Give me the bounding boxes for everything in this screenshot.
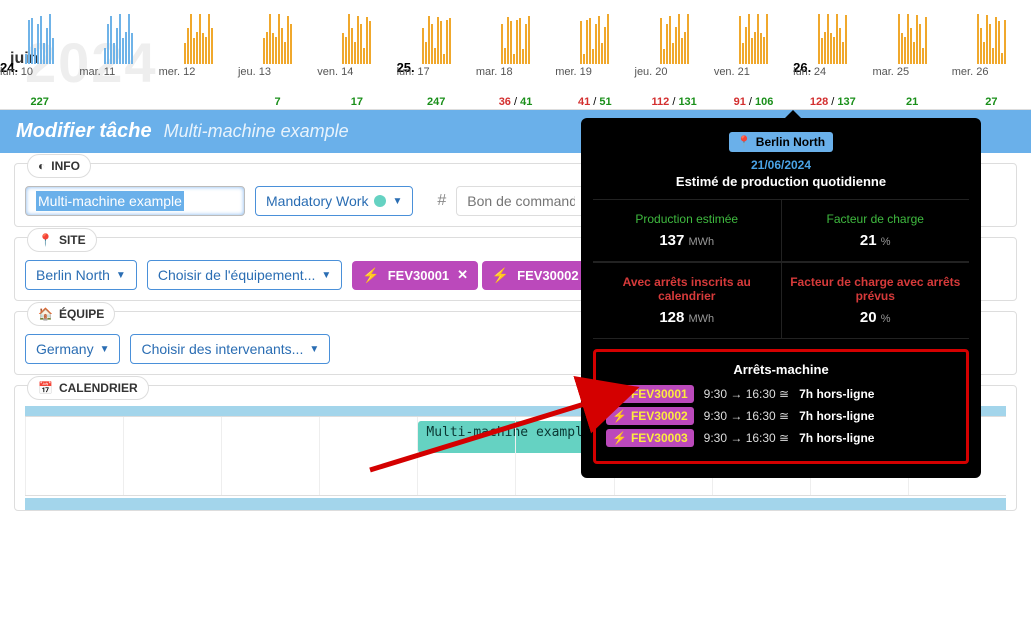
stop-machine-chip: ⚡FEV30002 — [606, 407, 694, 425]
header-subtitle: Multi-machine example — [164, 121, 349, 142]
tooltip-stops-prod-label: Avec arrêts inscrits au calendrier — [599, 275, 775, 303]
bolt-icon: ⚡ — [612, 387, 627, 401]
chevron-down-icon: ▼ — [392, 196, 402, 207]
header-title: Modifier tâche — [16, 120, 152, 143]
bar-chart — [0, 0, 1031, 64]
info-icon: ◐ — [38, 159, 45, 173]
production-tooltip: 📍 Berlin North 21/06/2024 Estimé de prod… — [581, 118, 981, 478]
equipment-chip[interactable]: ⚡FEV30001✕ — [352, 261, 478, 290]
stop-row: ⚡FEV300029:30 → 16:30 ≅7h hors-ligne — [606, 407, 956, 425]
chevron-down-icon: ▼ — [116, 270, 126, 281]
info-section-title: ◐ INFO — [27, 154, 91, 178]
chevron-down-icon: ▼ — [100, 344, 110, 355]
equipment-dropdown[interactable]: Choisir de l'équipement... ▼ — [147, 260, 342, 290]
tooltip-title: Estimé de production quotidienne — [593, 174, 969, 189]
bolt-icon: ⚡ — [362, 267, 379, 284]
people-dropdown[interactable]: Choisir des intervenants... ▼ — [130, 334, 330, 364]
team-section-title: 🏠 ÉQUIPE — [27, 302, 115, 326]
hash-label: # — [437, 192, 446, 210]
work-type-dot-icon — [374, 195, 386, 207]
calendar-band-bottom — [25, 498, 1006, 510]
site-location-dropdown[interactable]: Berlin North ▼ — [25, 260, 137, 290]
stop-row: ⚡FEV300019:30 → 16:30 ≅7h hors-ligne — [606, 385, 956, 403]
tooltip-stops-load-label: Facteur de charge avec arrêts prévus — [788, 275, 964, 303]
task-name-input[interactable]: Multi-machine example — [25, 186, 245, 216]
stop-machine-chip: ⚡FEV30001 — [606, 385, 694, 403]
bolt-icon: ⚡ — [492, 267, 509, 284]
stop-machine-chip: ⚡FEV30003 — [606, 429, 694, 447]
stop-row: ⚡FEV300039:30 → 16:30 ≅7h hors-ligne — [606, 429, 956, 447]
bolt-icon: ⚡ — [612, 409, 627, 423]
tooltip-prod-label: Production estimée — [599, 212, 775, 226]
timeline-chart: 2024 juin 24.25.26. lun. 10mar. 11mer. 1… — [0, 0, 1031, 110]
calendar-section-title: 📅 CALENDRIER — [27, 376, 149, 400]
tooltip-load-label: Facteur de charge — [788, 212, 964, 226]
purchase-order-input[interactable] — [456, 186, 586, 216]
chevron-down-icon: ▼ — [309, 344, 319, 355]
tooltip-date: 21/06/2024 — [593, 158, 969, 172]
calendar-icon: 📅 — [38, 381, 53, 395]
pin-icon: 📍 — [737, 135, 752, 149]
bolt-icon: ⚡ — [612, 431, 627, 445]
stops-title: Arrêts-machine — [606, 362, 956, 377]
chevron-down-icon: ▼ — [321, 270, 331, 281]
work-type-dropdown[interactable]: Mandatory Work ▼ — [255, 186, 413, 216]
pin-icon: 📍 — [38, 233, 53, 247]
remove-chip-icon[interactable]: ✕ — [457, 267, 468, 283]
home-icon: 🏠 — [38, 307, 53, 321]
machine-stops-box: Arrêts-machine ⚡FEV300019:30 → 16:30 ≅7h… — [593, 349, 969, 464]
tooltip-location-pill: 📍 Berlin North — [729, 132, 833, 152]
site-section-title: 📍 SITE — [27, 228, 97, 252]
country-dropdown[interactable]: Germany ▼ — [25, 334, 120, 364]
